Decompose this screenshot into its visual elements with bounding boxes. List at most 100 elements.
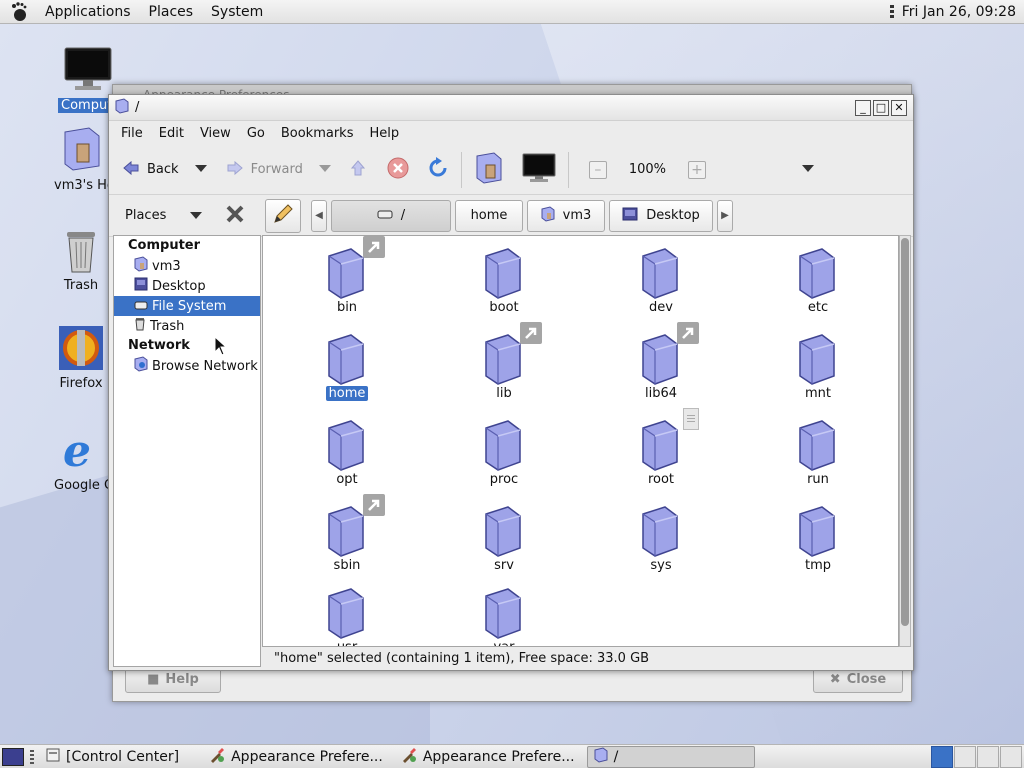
zoom-out-icon[interactable]: –	[588, 160, 607, 179]
folder-icon	[323, 494, 385, 558]
file-item-bin[interactable]: bin	[292, 236, 402, 315]
home-button[interactable]	[468, 150, 510, 190]
appearance-icon	[401, 747, 417, 767]
file-item-boot[interactable]: boot	[449, 246, 559, 315]
file-item-var[interactable]: var	[449, 586, 559, 646]
back-button[interactable]: Back	[117, 150, 185, 190]
taskbar-item-appearance-1[interactable]: Appearance Prefere...	[203, 746, 389, 768]
menu-go[interactable]: Go	[239, 126, 273, 141]
folder-icon	[637, 408, 699, 472]
crumbs-scroll-left-icon[interactable]: ◀	[311, 199, 327, 232]
workspace-2[interactable]	[954, 745, 976, 768]
crumb-desktop[interactable]: Desktop	[609, 199, 713, 232]
file-name: sbin	[333, 558, 361, 573]
file-item-home[interactable]: home	[292, 332, 402, 401]
trash-icon	[134, 317, 146, 335]
sidebar-item-label: File System	[152, 298, 227, 314]
workspace-4[interactable]	[1000, 745, 1022, 768]
close-label: Close	[846, 671, 887, 687]
menu-view[interactable]: View	[192, 126, 239, 141]
home-folder-icon	[541, 205, 555, 226]
crumb-root[interactable]: /	[331, 199, 451, 232]
file-name: sys	[650, 558, 672, 573]
appearance-icon	[209, 747, 225, 767]
file-item-usr[interactable]: usr	[292, 586, 402, 646]
sidebar-item-desktop[interactable]: Desktop	[114, 276, 260, 296]
symlink-emblem-icon	[677, 322, 699, 344]
menu-help[interactable]: Help	[361, 126, 407, 141]
menu-file[interactable]: File	[113, 126, 151, 141]
places-chevron-down-icon	[190, 211, 203, 219]
file-icon-view[interactable]: bin boot dev etc home lib lib64 mnt opt proc root r…	[262, 235, 899, 647]
bottom-panel: [Control Center] Appearance Prefere... A…	[0, 744, 1024, 768]
crumbs-scroll-right-icon[interactable]: ▶	[717, 199, 733, 232]
sidebar-item-trash[interactable]: Trash	[114, 316, 260, 336]
zoom-in-icon[interactable]: +	[688, 160, 707, 179]
folder-icon	[794, 504, 842, 558]
places-selector-label: Places	[125, 208, 167, 223]
file-item-opt[interactable]: opt	[292, 418, 402, 487]
folder-icon	[115, 97, 129, 118]
stop-button[interactable]	[381, 150, 415, 190]
sidebar-item-vm3[interactable]: vm3	[114, 256, 260, 276]
file-name: etc	[807, 300, 829, 315]
file-item-root[interactable]: root	[606, 408, 716, 487]
maximize-icon[interactable]: □	[873, 99, 889, 116]
folder-icon	[637, 322, 699, 386]
system-menu[interactable]: System	[202, 0, 272, 24]
file-item-srv[interactable]: srv	[449, 504, 559, 573]
close-sidebar-icon[interactable]	[225, 204, 245, 228]
toolbar-overflow-chevron-down-icon[interactable]	[802, 162, 815, 177]
file-item-dev[interactable]: dev	[606, 246, 716, 315]
edit-location-button[interactable]	[265, 198, 301, 233]
file-item-etc[interactable]: etc	[763, 246, 873, 315]
taskbar-item-appearance-2[interactable]: Appearance Prefere...	[395, 746, 581, 768]
folder-icon	[323, 586, 371, 640]
computer-button[interactable]	[516, 150, 562, 190]
forward-button[interactable]: Forward	[221, 150, 309, 190]
scrollbar-thumb[interactable]	[901, 238, 909, 626]
crumb-vm3[interactable]: vm3	[527, 199, 605, 232]
window-titlebar[interactable]: / _ □ ✕	[109, 95, 913, 121]
sidebar-item-browse-network[interactable]: Browse Network	[114, 356, 260, 376]
sidebar-item-label: Trash	[150, 318, 185, 334]
workspace-1[interactable]	[931, 745, 953, 768]
file-item-mnt[interactable]: mnt	[763, 332, 873, 401]
close-window-icon[interactable]: ✕	[891, 99, 907, 116]
reload-button[interactable]	[421, 150, 455, 190]
workspace-3[interactable]	[977, 745, 999, 768]
file-item-tmp[interactable]: tmp	[763, 504, 873, 573]
file-item-lib[interactable]: lib	[449, 322, 559, 401]
file-item-run[interactable]: run	[763, 418, 873, 487]
forward-history-chevron-down-icon[interactable]	[318, 162, 331, 177]
sidebar-item-label: Desktop	[152, 278, 206, 294]
menu-bookmarks[interactable]: Bookmarks	[273, 126, 362, 141]
taskbar-item-control-center[interactable]: [Control Center]	[40, 746, 185, 768]
taskbar-item-file-manager[interactable]: /	[586, 745, 755, 768]
toolbar: Back Forward – 100% +	[109, 145, 913, 195]
sidebar-item-file-system[interactable]: File System	[114, 296, 260, 316]
crumb-home[interactable]: home	[455, 199, 523, 232]
file-item-sbin[interactable]: sbin	[292, 494, 402, 573]
gnome-foot-icon[interactable]	[8, 1, 30, 23]
applications-menu[interactable]: Applications	[36, 0, 140, 24]
show-desktop-icon[interactable]	[2, 747, 24, 766]
file-item-proc[interactable]: proc	[449, 418, 559, 487]
help-label: Help	[165, 671, 199, 687]
up-button[interactable]	[345, 150, 371, 190]
file-name: run	[807, 472, 829, 487]
file-name: usr	[334, 640, 360, 646]
file-name: bin	[336, 300, 358, 315]
clock[interactable]: Fri Jan 26, 09:28	[902, 4, 1016, 20]
folder-icon	[323, 332, 371, 386]
top-panel: Applications Places System Fri Jan 26, 0…	[0, 0, 1024, 24]
file-item-sys[interactable]: sys	[606, 504, 716, 573]
back-history-chevron-down-icon[interactable]	[194, 162, 207, 177]
places-menu[interactable]: Places	[140, 0, 203, 24]
menu-edit[interactable]: Edit	[151, 126, 192, 141]
vertical-scrollbar[interactable]	[899, 235, 911, 647]
file-item-lib64[interactable]: lib64	[606, 322, 716, 401]
sidebar-heading-computer: Computer	[128, 238, 201, 253]
taskbar-item-label: Appearance Prefere...	[231, 748, 383, 765]
minimize-icon[interactable]: _	[855, 99, 871, 116]
